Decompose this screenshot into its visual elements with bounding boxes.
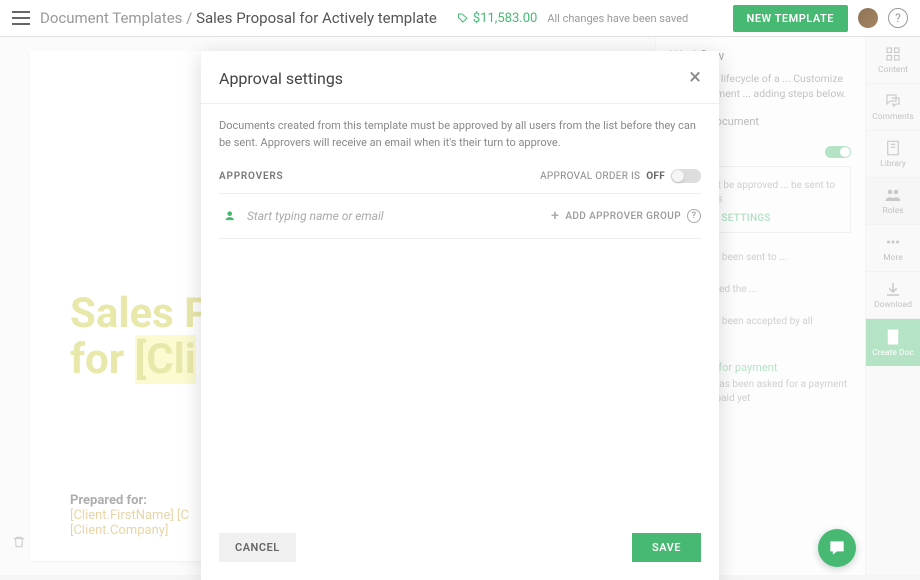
top-bar: Document Templates / Sales Proposal for … — [0, 0, 920, 37]
chat-icon — [827, 538, 847, 558]
save-button[interactable]: SAVE — [632, 533, 701, 562]
person-add-icon — [219, 209, 237, 223]
menu-icon[interactable] — [12, 11, 30, 25]
approvers-label: APPROVERS — [219, 171, 283, 182]
approval-settings-modal: Approval settings × Documents created fr… — [201, 51, 719, 580]
modal-title: Approval settings — [219, 69, 343, 88]
chat-fab[interactable] — [818, 529, 856, 567]
modal-description: Documents created from this template mus… — [219, 118, 701, 151]
help-icon[interactable]: ? — [888, 8, 908, 28]
close-icon[interactable]: × — [689, 67, 701, 89]
breadcrumb: Document Templates / Sales Proposal for … — [40, 9, 437, 27]
breadcrumb-current: Sales Proposal for Actively template — [196, 9, 437, 27]
new-template-button[interactable]: NEW TEMPLATE — [733, 5, 848, 32]
avatar[interactable] — [858, 8, 878, 28]
tag-icon — [457, 12, 469, 24]
approval-order: APPROVAL ORDER IS OFF — [540, 169, 701, 183]
breadcrumb-root[interactable]: Document Templates — [40, 9, 182, 27]
approval-order-toggle[interactable] — [671, 169, 701, 183]
add-approver-group-button[interactable]: + ADD APPROVER GROUP ? — [551, 208, 701, 224]
plus-icon: + — [551, 208, 559, 224]
save-status: All changes have been saved — [547, 12, 688, 25]
cancel-button[interactable]: CANCEL — [219, 533, 296, 562]
price-tag: $11,583.00 — [457, 11, 537, 26]
modal-overlay: Approval settings × Documents created fr… — [0, 37, 920, 575]
help-icon[interactable]: ? — [687, 209, 701, 223]
approver-input[interactable] — [247, 209, 541, 223]
